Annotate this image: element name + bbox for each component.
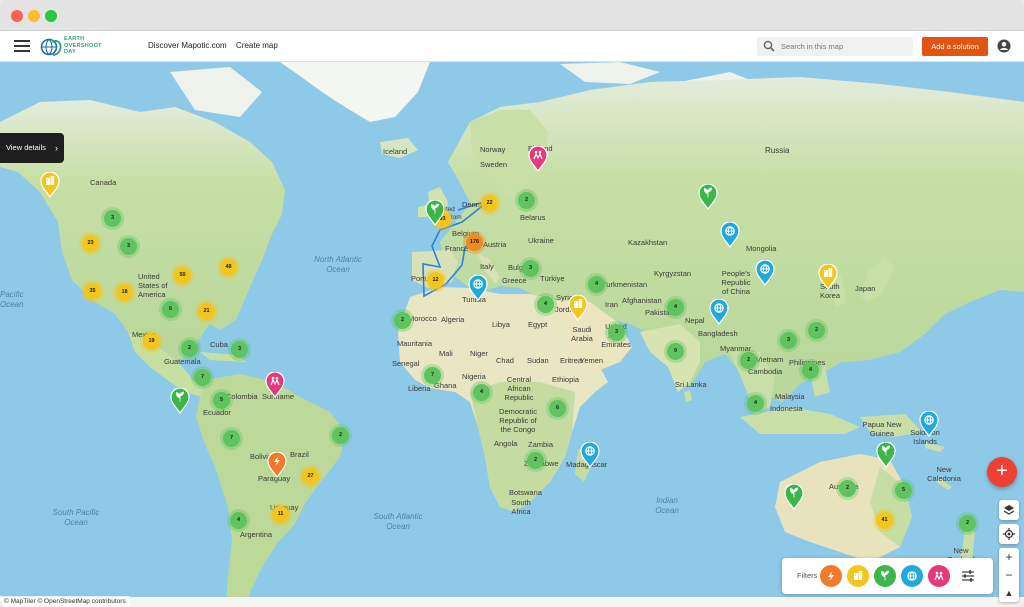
marker-cluster[interactable]: 4	[537, 296, 554, 313]
maximize-window-button[interactable]	[45, 10, 57, 22]
map-pin-globe-icon[interactable]	[580, 441, 600, 469]
marker-cluster[interactable]: 18	[116, 284, 133, 301]
map-pin-buildings-icon[interactable]	[40, 171, 60, 199]
view-details-label: View details	[6, 143, 46, 152]
marker-cluster[interactable]: 50	[174, 267, 191, 284]
zoom-in-button[interactable]: +	[999, 548, 1019, 566]
marker-cluster[interactable]: 3	[522, 260, 539, 277]
browser-window: EARTH OVERSHOOT DAY Discover Mapotic.com…	[0, 0, 1024, 607]
filter-energy-icon[interactable]	[820, 565, 842, 587]
marker-cluster[interactable]: 7	[223, 430, 240, 447]
logo-text-line: DAY	[64, 49, 77, 55]
marker-cluster[interactable]: 4	[747, 395, 764, 412]
marker-cluster[interactable]: 2	[394, 312, 411, 329]
account-icon[interactable]	[997, 39, 1011, 53]
marker-cluster[interactable]: 7	[194, 369, 211, 386]
marker-cluster[interactable]: 4	[230, 512, 247, 529]
add-marker-button[interactable]: +	[987, 457, 1017, 487]
marker-cluster[interactable]: 4	[588, 276, 605, 293]
marker-cluster[interactable]: 2	[332, 427, 349, 444]
marker-cluster[interactable]: 35	[84, 283, 101, 300]
marker-cluster[interactable]: 3	[608, 324, 625, 341]
marker-cluster[interactable]: 11	[272, 506, 289, 523]
marker-cluster[interactable]: 6	[549, 400, 566, 417]
app-header: EARTH OVERSHOOT DAY Discover Mapotic.com…	[0, 31, 1024, 62]
marker-cluster[interactable]: 41	[876, 512, 893, 529]
marker-cluster[interactable]: 4	[473, 384, 490, 401]
map-pin-globe-icon[interactable]	[468, 274, 488, 302]
chevron-right-icon: ›	[55, 143, 58, 153]
map-pin-globe-icon[interactable]	[720, 221, 740, 249]
marker-cluster[interactable]: 2	[181, 340, 198, 357]
marker-cluster[interactable]: 19	[143, 333, 160, 350]
filters-label: Filters	[797, 571, 818, 580]
marker-cluster[interactable]: 3	[231, 341, 248, 358]
marker-cluster[interactable]: 6	[162, 301, 179, 318]
map-pin-buildings-icon[interactable]	[568, 294, 588, 322]
world-map[interactable]: North Atlantic Ocean South Atlantic Ocea…	[0, 62, 1024, 607]
marker-cluster[interactable]: 2	[740, 352, 757, 369]
add-solution-button[interactable]: Add a solution	[922, 37, 988, 56]
map-pin-plant-icon[interactable]	[425, 199, 445, 227]
map-attribution[interactable]: © MapTiler © OpenStreetMap contributors	[0, 596, 130, 607]
filter-people-icon[interactable]	[928, 565, 950, 587]
marker-cluster[interactable]: 2	[808, 322, 825, 339]
earth-overshoot-day-logo[interactable]: EARTH OVERSHOOT DAY	[40, 35, 130, 59]
zoom-out-button[interactable]: −	[999, 566, 1019, 584]
filter-settings-icon[interactable]	[961, 569, 975, 583]
marker-cluster[interactable]: 21	[198, 303, 215, 320]
marker-cluster[interactable]: 2	[839, 480, 856, 497]
logo-text: EARTH OVERSHOOT DAY	[64, 36, 102, 56]
search-icon	[763, 40, 775, 52]
minimize-window-button[interactable]	[28, 10, 40, 22]
marker-cluster[interactable]: 5	[213, 392, 230, 409]
marker-cluster[interactable]: 4	[667, 299, 684, 316]
marker-cluster[interactable]: 23	[82, 235, 99, 252]
map-pin-people-icon[interactable]	[528, 145, 548, 173]
view-details-button[interactable]: View details ›	[0, 133, 64, 163]
menu-icon[interactable]	[14, 40, 30, 52]
marker-cluster[interactable]: 22	[481, 195, 498, 212]
marker-cluster[interactable]: 2	[527, 452, 544, 469]
close-window-button[interactable]	[11, 10, 23, 22]
search-input[interactable]	[781, 40, 907, 53]
search-box[interactable]	[757, 37, 913, 56]
marker-cluster[interactable]: 7	[424, 367, 441, 384]
zoom-controls: + − ▲	[999, 548, 1019, 602]
filter-buildings-icon[interactable]	[847, 565, 869, 587]
marker-cluster[interactable]: 3	[104, 210, 121, 227]
create-map-link[interactable]: Create map	[236, 41, 278, 50]
marker-cluster[interactable]: 9	[667, 343, 684, 360]
window-titlebar	[0, 0, 1024, 31]
map-pin-globe-icon[interactable]	[919, 410, 939, 438]
marker-cluster[interactable]: 3	[780, 332, 797, 349]
marker-cluster[interactable]: 27	[302, 468, 319, 485]
filter-plant-icon[interactable]	[874, 565, 896, 587]
map-pin-energy-icon[interactable]	[267, 451, 287, 479]
map-pin-plant-icon[interactable]	[698, 183, 718, 211]
map-pin-plant-icon[interactable]	[784, 483, 804, 511]
map-pin-plant-icon[interactable]	[876, 441, 896, 469]
map-pin-globe-icon[interactable]	[709, 298, 729, 326]
marker-cluster[interactable]: 176	[466, 234, 483, 251]
map-pin-globe-icon[interactable]	[755, 259, 775, 287]
marker-cluster[interactable]: 5	[895, 482, 912, 499]
filter-globe-icon[interactable]	[901, 565, 923, 587]
filters-bar: Filters	[782, 558, 993, 594]
layers-icon[interactable]	[999, 500, 1019, 520]
discover-mapotic-link[interactable]: Discover Mapotic.com	[148, 41, 227, 50]
map-pin-buildings-icon[interactable]	[818, 263, 838, 291]
marker-cluster[interactable]: 2	[959, 515, 976, 532]
marker-cluster[interactable]: 12	[427, 272, 444, 289]
map-pin-people-icon[interactable]	[265, 371, 285, 399]
compass-icon[interactable]: ▲	[999, 584, 1019, 602]
locate-icon[interactable]	[999, 524, 1019, 544]
marker-cluster[interactable]: 4	[802, 362, 819, 379]
marker-cluster[interactable]: 48	[220, 259, 237, 276]
map-pin-plant-icon[interactable]	[170, 387, 190, 415]
marker-cluster[interactable]: 3	[120, 238, 137, 255]
marker-cluster[interactable]: 2	[518, 192, 535, 209]
